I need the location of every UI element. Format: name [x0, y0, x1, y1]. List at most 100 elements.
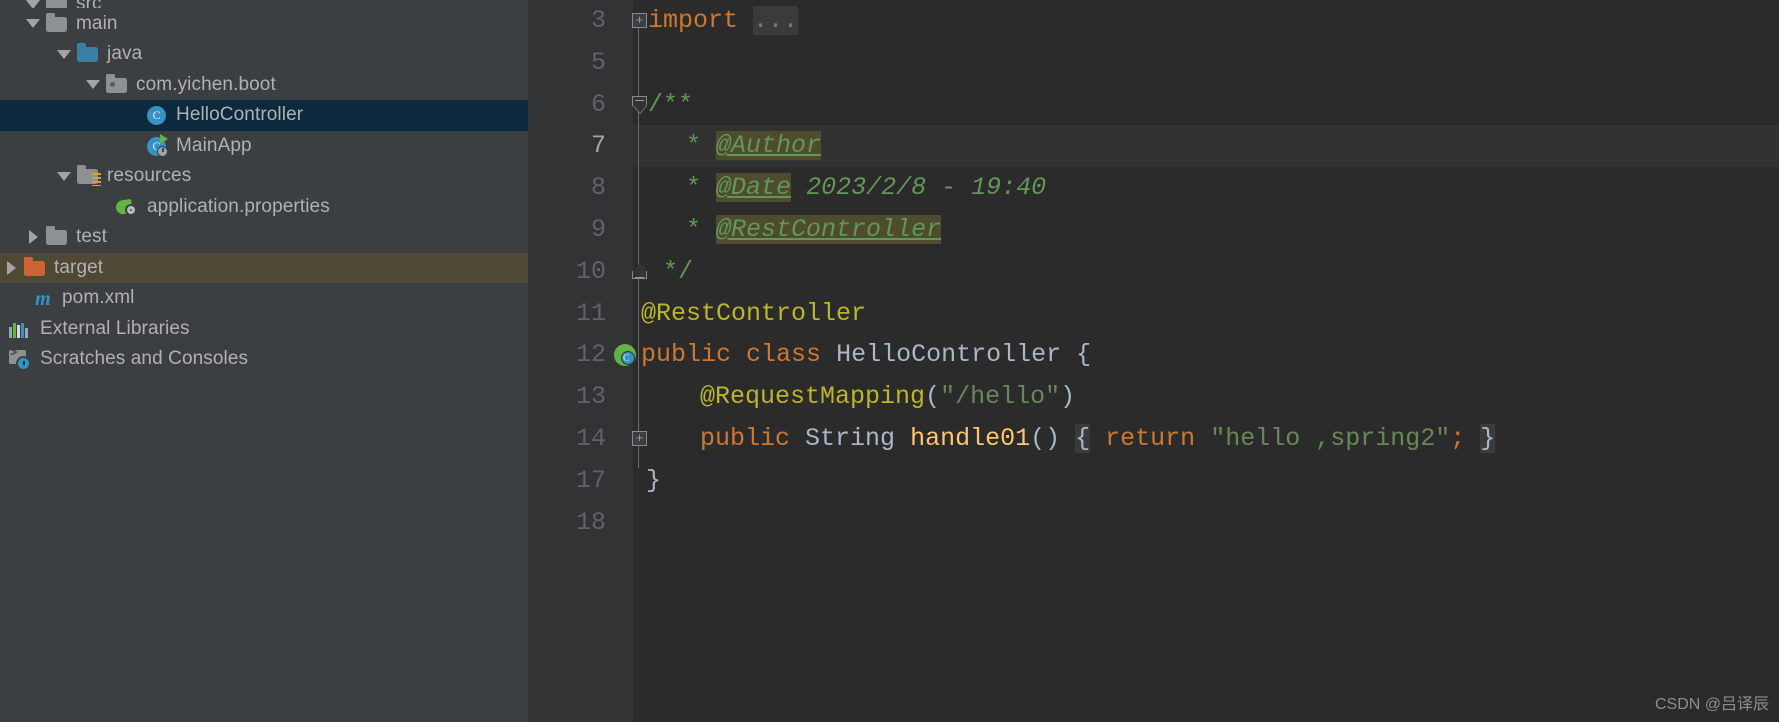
folder-grey-icon: [44, 0, 70, 8]
javadoc-date-value: 2023/2/8 - 19:40: [806, 173, 1047, 203]
tree-row-pom-xml[interactable]: m pom.xml: [0, 283, 528, 314]
open-paren: (: [925, 382, 941, 412]
fold-end-icon[interactable]: [632, 262, 647, 280]
tree-item-label: External Libraries: [40, 317, 190, 339]
folded-open-brace[interactable]: {: [1075, 423, 1091, 453]
fold-minus-icon[interactable]: [632, 95, 647, 113]
code-text: */: [663, 251, 693, 293]
idea-window: src main java com.yichen.boot C HelloCon…: [0, 0, 1779, 722]
class-name: HelloController: [836, 340, 1062, 370]
line-number: 5: [590, 47, 606, 77]
tree-row-external-libraries[interactable]: External Libraries: [0, 314, 528, 345]
tree-item-label: com.yichen.boot: [136, 73, 276, 95]
string-hello-path: "/hello": [940, 382, 1061, 412]
folded-imports[interactable]: ...: [753, 6, 799, 35]
class-close-brace: }: [646, 465, 662, 495]
javadoc-close: */: [663, 256, 694, 286]
folder-package-icon: [104, 72, 130, 98]
chevron-down-icon[interactable]: [53, 161, 75, 191]
java-runnable-class-icon: C: [144, 133, 170, 159]
tree-row-java[interactable]: java: [0, 39, 528, 70]
chevron-right-icon[interactable]: [22, 222, 44, 252]
semicolon: ;: [1450, 423, 1466, 453]
line-number: 3: [590, 6, 606, 35]
keyword-return: return: [1105, 423, 1196, 453]
folder-orange-icon: [22, 255, 48, 281]
folder-grey-icon: [44, 11, 70, 37]
code-line-3[interactable]: 3 + import ...: [528, 0, 1779, 42]
tree-row[interactable]: src: [0, 0, 528, 8]
project-tool-window[interactable]: src main java com.yichen.boot C HelloCon…: [0, 0, 528, 722]
tree-item-label: pom.xml: [62, 287, 135, 309]
tree-row-mainapp[interactable]: C MainApp: [0, 131, 528, 162]
tree-item-label: src: [76, 0, 102, 8]
line-number: 8: [590, 173, 606, 203]
close-paren: ): [1060, 382, 1076, 412]
folder-grey-icon: [44, 224, 70, 250]
tree-row-target[interactable]: target: [0, 252, 528, 283]
chevron-down-icon[interactable]: [22, 0, 44, 8]
code-line-10[interactable]: 10 */: [528, 251, 1779, 293]
line-number: 11: [575, 298, 606, 328]
tree-item-label: Scratches and Consoles: [40, 348, 249, 370]
tree-item-label: HelloController: [176, 104, 304, 126]
line-number: 6: [590, 89, 606, 119]
chevron-right-icon[interactable]: [0, 253, 22, 283]
code-line-6[interactable]: 6 /**: [528, 84, 1779, 126]
code-content[interactable]: 3 + import ... 5 6 /** 7 * @Author 8 * @…: [528, 0, 1779, 722]
scratches-icon: [8, 346, 34, 372]
line-number: 10: [575, 256, 606, 286]
method-parens: (): [1030, 423, 1061, 453]
code-editor[interactable]: 3 + import ... 5 6 /** 7 * @Author 8 * @…: [528, 0, 1779, 722]
folder-resources-icon: [75, 163, 101, 189]
open-brace: {: [1076, 340, 1092, 370]
tree-row-application-properties[interactable]: application.properties: [0, 192, 528, 223]
libraries-icon: [8, 316, 34, 342]
tree-row-hellocontroller[interactable]: C HelloController: [0, 100, 528, 131]
code-text: public String handle01() { return "hello…: [700, 418, 1496, 460]
tree-row-test[interactable]: test: [0, 222, 528, 253]
chevron-down-icon[interactable]: [82, 70, 104, 100]
spring-properties-icon: [115, 194, 141, 220]
code-text: }: [646, 460, 661, 502]
folder-blue-icon: [75, 41, 101, 67]
watermark: CSDN @吕译辰: [1654, 696, 1769, 713]
javadoc-open: /**: [648, 89, 694, 119]
line-number: 18: [575, 507, 606, 537]
tree-item-label: resources: [107, 165, 192, 187]
java-class-icon: C: [144, 102, 170, 128]
keyword-import: import: [648, 6, 739, 35]
tree-row-main[interactable]: main: [0, 8, 528, 39]
code-text: /**: [648, 84, 693, 126]
tree-item-label: main: [76, 12, 118, 34]
maven-icon: m: [35, 288, 51, 311]
code-text: import ...: [648, 0, 799, 42]
line-number: 17: [575, 465, 606, 495]
line-number: 12: [575, 340, 606, 370]
line-number: 13: [575, 382, 606, 412]
code-line-5[interactable]: 5: [528, 42, 1779, 84]
folded-close-brace[interactable]: }: [1480, 423, 1496, 453]
tree-row-resources[interactable]: resources: [0, 161, 528, 192]
tree-row-scratches[interactable]: Scratches and Consoles: [0, 344, 528, 375]
code-line-17[interactable]: 17 }: [528, 460, 1779, 502]
tree-row-package[interactable]: com.yichen.boot: [0, 70, 528, 101]
method-name: handle01: [910, 423, 1031, 453]
fold-plus-icon[interactable]: +: [632, 430, 647, 446]
code-line-18[interactable]: 18: [528, 502, 1779, 544]
string-hello-spring2: "hello ,spring2": [1210, 423, 1451, 453]
type-string: String: [805, 423, 896, 453]
chevron-down-icon[interactable]: [22, 9, 44, 39]
tree-item-label: MainApp: [176, 134, 252, 156]
line-number-current: 7: [590, 131, 606, 161]
tree-item-label: java: [107, 43, 143, 65]
chevron-down-icon[interactable]: [53, 39, 75, 69]
line-number: 9: [590, 214, 606, 244]
fold-plus-icon[interactable]: +: [632, 13, 647, 28]
